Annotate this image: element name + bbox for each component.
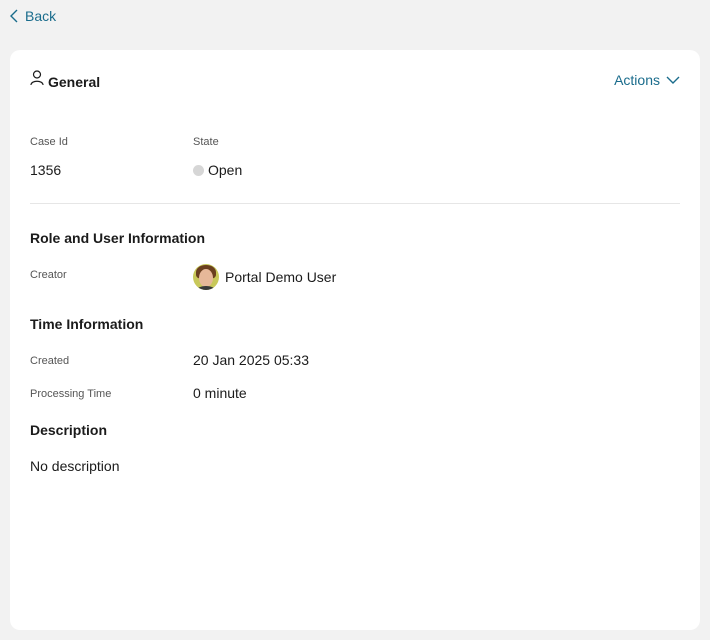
state-value: Open: [193, 162, 242, 178]
created-value: 20 Jan 2025 05:33: [193, 352, 309, 368]
status-dot-icon: [193, 164, 204, 176]
state-text: Open: [208, 162, 243, 178]
card-header: General: [30, 70, 100, 91]
back-link[interactable]: Back: [10, 8, 56, 24]
created-label: Created: [30, 355, 70, 367]
description-section-title: Description: [30, 422, 108, 438]
time-section-title: Time Information: [30, 316, 144, 332]
avatar: [193, 264, 219, 290]
chevron-down-icon: [660, 76, 680, 84]
chevron-left-icon: [10, 9, 18, 23]
case-id-label: Case Id: [30, 136, 68, 148]
section-divider: [30, 203, 680, 204]
creator-name: Portal Demo User: [225, 269, 337, 285]
processing-time-label: Processing Time: [30, 388, 112, 400]
processing-time-value: 0 minute: [193, 385, 247, 401]
creator-value: Portal Demo User: [193, 264, 336, 290]
creator-label: Creator: [30, 269, 67, 281]
description-value: No description: [30, 458, 120, 474]
role-section-title: Role and User Information: [30, 230, 206, 246]
general-card: General Actions Case Id 1356 State Open …: [10, 50, 700, 630]
case-id-value: 1356: [30, 162, 62, 178]
back-label: Back: [25, 8, 57, 24]
user-icon: [30, 70, 44, 91]
card-title: General: [48, 73, 101, 90]
actions-menu-button[interactable]: Actions: [614, 72, 680, 88]
state-label: State: [193, 136, 219, 148]
actions-label: Actions: [614, 72, 660, 88]
